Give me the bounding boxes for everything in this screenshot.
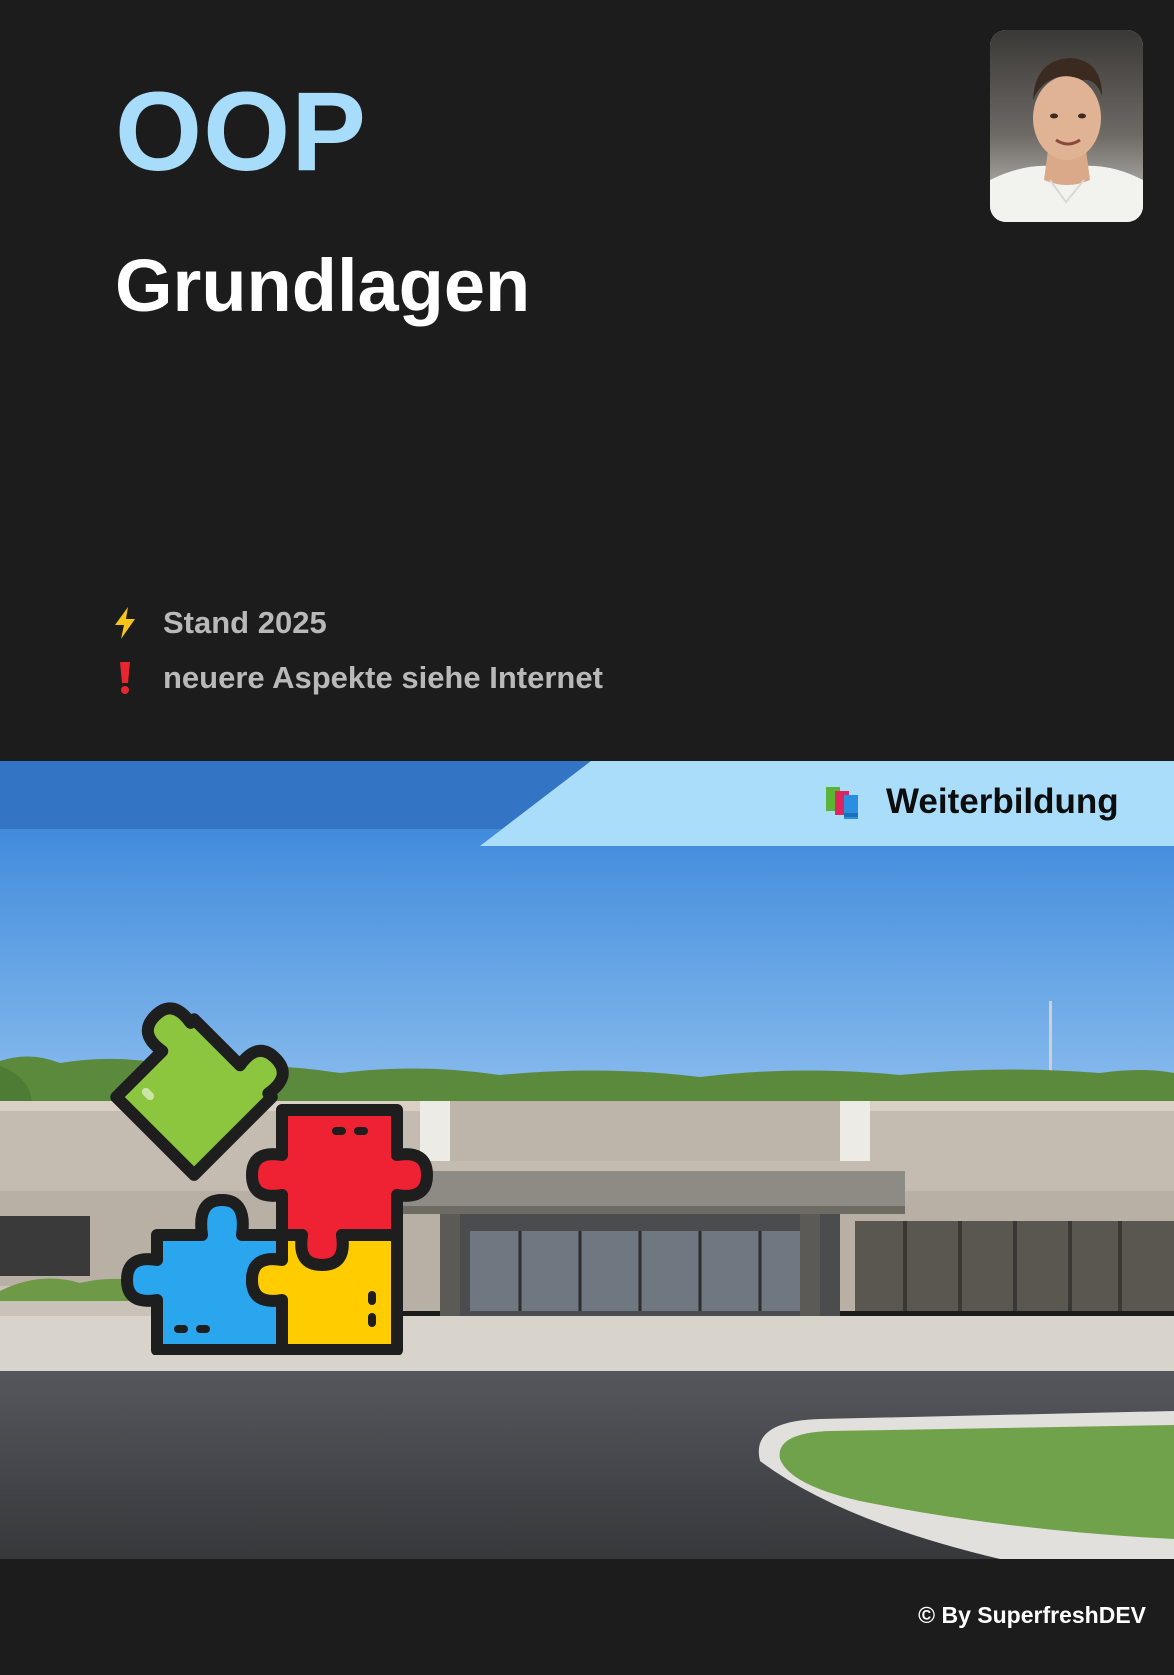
exclamation-icon — [110, 660, 140, 696]
cover-page: OOP Grundlagen Stand 2025 neuere Aspekte… — [0, 0, 1174, 1675]
lightning-icon — [110, 605, 140, 641]
document-subtitle: Grundlagen — [115, 244, 531, 327]
books-icon — [824, 783, 862, 821]
document-title: OOP — [115, 69, 367, 194]
info-row-hint: neuere Aspekte siehe Internet — [110, 660, 603, 696]
author-avatar — [990, 30, 1143, 222]
info-row-stand: Stand 2025 — [110, 605, 327, 641]
copyright-footer: © By SuperfreshDEV — [918, 1602, 1146, 1628]
category-tag: Weiterbildung — [824, 782, 1119, 822]
category-label: Weiterbildung — [886, 782, 1119, 821]
info-text-hint: neuere Aspekte siehe Internet — [163, 660, 603, 695]
puzzle-icon — [92, 995, 452, 1356]
info-text-stand: Stand 2025 — [163, 605, 327, 640]
